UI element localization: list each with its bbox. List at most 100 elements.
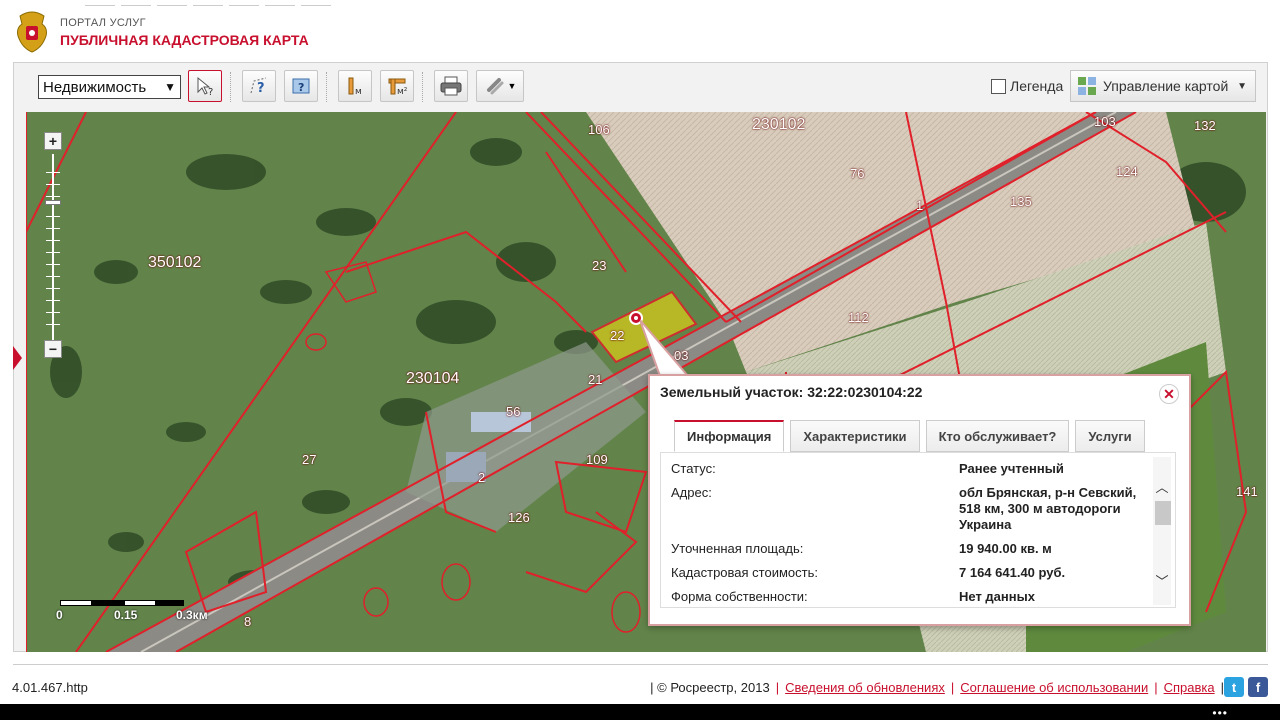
bottom-bar: ••• [0, 704, 1280, 720]
twitter-icon[interactable]: t [1224, 677, 1244, 697]
separator: | [775, 680, 780, 695]
expand-panel-arrow-icon[interactable] [13, 346, 22, 370]
parcel-label: 109 [586, 452, 608, 467]
toolbar-separator [422, 72, 423, 102]
legend-checkbox[interactable] [991, 78, 1006, 94]
scale-segment [60, 600, 92, 606]
info-value: Ранее учтенный [959, 461, 1064, 476]
toolbar-separator [230, 72, 231, 102]
chevron-down-icon: ▼ [164, 80, 176, 94]
scale-segment [124, 600, 156, 606]
popup-body: Статус: Ранее учтенный Адрес: обл Брянск… [660, 452, 1176, 608]
object-info-button[interactable]: ? [284, 70, 318, 102]
agreement-link[interactable]: Соглашение об использовании [960, 680, 1148, 695]
info-key: Форма собственности: [671, 589, 808, 604]
tab-information[interactable]: Информация [674, 420, 785, 452]
zoom-slider-handle[interactable] [45, 200, 61, 205]
parcel-label: 124 [1116, 164, 1138, 179]
popup-pointer [640, 320, 691, 377]
box-question-icon: ? [292, 78, 310, 94]
area-question-icon: ? [250, 77, 267, 96]
info-key: Адрес: [671, 485, 712, 500]
popup-tabs: Информация Характеристики Кто обслуживае… [674, 420, 1145, 452]
version-text: 4.01.467.http [12, 680, 88, 695]
parcel-label: 112 [848, 310, 869, 325]
portal-title[interactable]: ПУБЛИЧНАЯ КАДАСТРОВАЯ КАРТА [60, 32, 309, 48]
zoom-tick [46, 184, 60, 185]
parcel-label: 230104 [406, 370, 460, 387]
toolbar-separator [326, 72, 327, 102]
info-value: 19 940.00 кв. м [959, 541, 1052, 556]
zoom-tick [46, 196, 60, 197]
parcel-label: 56 [506, 404, 521, 419]
pointer-question-icon: ? [197, 76, 213, 97]
more-icon[interactable]: ••• [1212, 706, 1228, 720]
info-key: Кадастровая стоимость: [671, 565, 818, 580]
info-value: обл Брянская, р-н Севский, 518 км, 300 м… [959, 485, 1137, 532]
scrollbar-thumb[interactable] [1155, 501, 1171, 525]
parcel-label: 106 [588, 122, 610, 137]
parcel-label-selected[interactable]: 22 [610, 328, 624, 343]
svg-text:м²: м² [397, 87, 408, 97]
zoom-tick [46, 172, 60, 173]
layer-select-value: Недвижимость [43, 78, 147, 96]
scale-label: 0.15 [114, 608, 138, 622]
measure-area-button[interactable]: м² [380, 70, 414, 102]
grid-layers-icon [1078, 77, 1096, 95]
info-key: Уточненная площадь: [671, 541, 804, 556]
layer-select[interactable]: Недвижимость ▼ [38, 75, 181, 99]
separator: | [950, 680, 955, 695]
page: { "header": { "portal_small": "ПОРТАЛ УС… [0, 0, 1280, 720]
zoom-tick [46, 324, 60, 325]
identify-button[interactable]: ? [188, 70, 222, 102]
parcel-label: 132 [1194, 118, 1216, 133]
zoom-tick [46, 252, 60, 253]
tab-services[interactable]: Услуги [1075, 420, 1145, 452]
scale-label: 0.3км [176, 608, 208, 622]
info-value: 7 164 641.40 руб. [959, 565, 1066, 580]
zoom-control[interactable]: + − [44, 132, 64, 362]
print-button[interactable] [434, 70, 468, 102]
footer-links: | © Росреестр, 2013 | Сведения об обновл… [650, 680, 1224, 695]
caret-down-icon: ▼ [507, 81, 517, 91]
toolbar: Недвижимость ▼ ? ? ? м м² ▼ Легенда Упра… [26, 66, 1266, 110]
close-icon[interactable]: ✕ [1159, 384, 1179, 404]
facebook-icon[interactable]: f [1248, 677, 1268, 697]
scale-label: 0 [56, 608, 63, 622]
parcel-label: 27 [302, 452, 317, 467]
parcel-label: 76 [850, 166, 865, 181]
zoom-tick [46, 264, 60, 265]
ruler-icon: м [348, 77, 362, 97]
zoom-out-button[interactable]: − [44, 340, 62, 358]
link-button[interactable]: ▼ [476, 70, 524, 102]
search-area-button[interactable]: ? [242, 70, 276, 102]
parcel-label: 141 [1236, 484, 1258, 499]
svg-text:?: ? [208, 87, 213, 97]
legend-label: Легенда [1010, 78, 1064, 94]
svg-text:?: ? [257, 81, 265, 96]
parcel-label: 23 [592, 258, 607, 273]
chevron-down-icon[interactable]: ﹀ [1153, 571, 1171, 589]
tab-characteristics[interactable]: Характеристики [790, 420, 920, 452]
header: ПОРТАЛ УСЛУГ ПУБЛИЧНАЯ КАДАСТРОВАЯ КАРТА [0, 0, 1280, 60]
legend-toggle[interactable]: Легенда [991, 78, 1063, 94]
scale-segment [92, 600, 124, 606]
chevron-up-icon[interactable]: ︿ [1153, 477, 1171, 495]
parcel-label: 103 [1094, 114, 1116, 129]
tab-who-serves[interactable]: Кто обслуживает? [925, 420, 1070, 452]
help-link[interactable]: Справка [1164, 680, 1215, 695]
parcel-label: 230102 [752, 116, 806, 133]
zoom-tick [46, 312, 60, 313]
popup-title: Земельный участок: 32:22:0230104:22 [660, 384, 923, 400]
zoom-in-button[interactable]: + [44, 132, 62, 150]
scale-bar: 0 0.15 0.3км [56, 598, 208, 628]
parcel-label: 126 [508, 510, 530, 525]
measure-distance-button[interactable]: м [338, 70, 372, 102]
popup-scrollbar[interactable]: ︿ ﹀ [1153, 457, 1171, 605]
info-value: Нет данных [959, 589, 1035, 604]
updates-link[interactable]: Сведения об обновлениях [785, 680, 945, 695]
info-key: Статус: [671, 461, 716, 476]
parcel-label: 135 [1010, 194, 1032, 209]
map-control-dropdown[interactable]: Управление картой ▼ [1070, 70, 1256, 102]
parcel-label: 350102 [148, 254, 202, 271]
